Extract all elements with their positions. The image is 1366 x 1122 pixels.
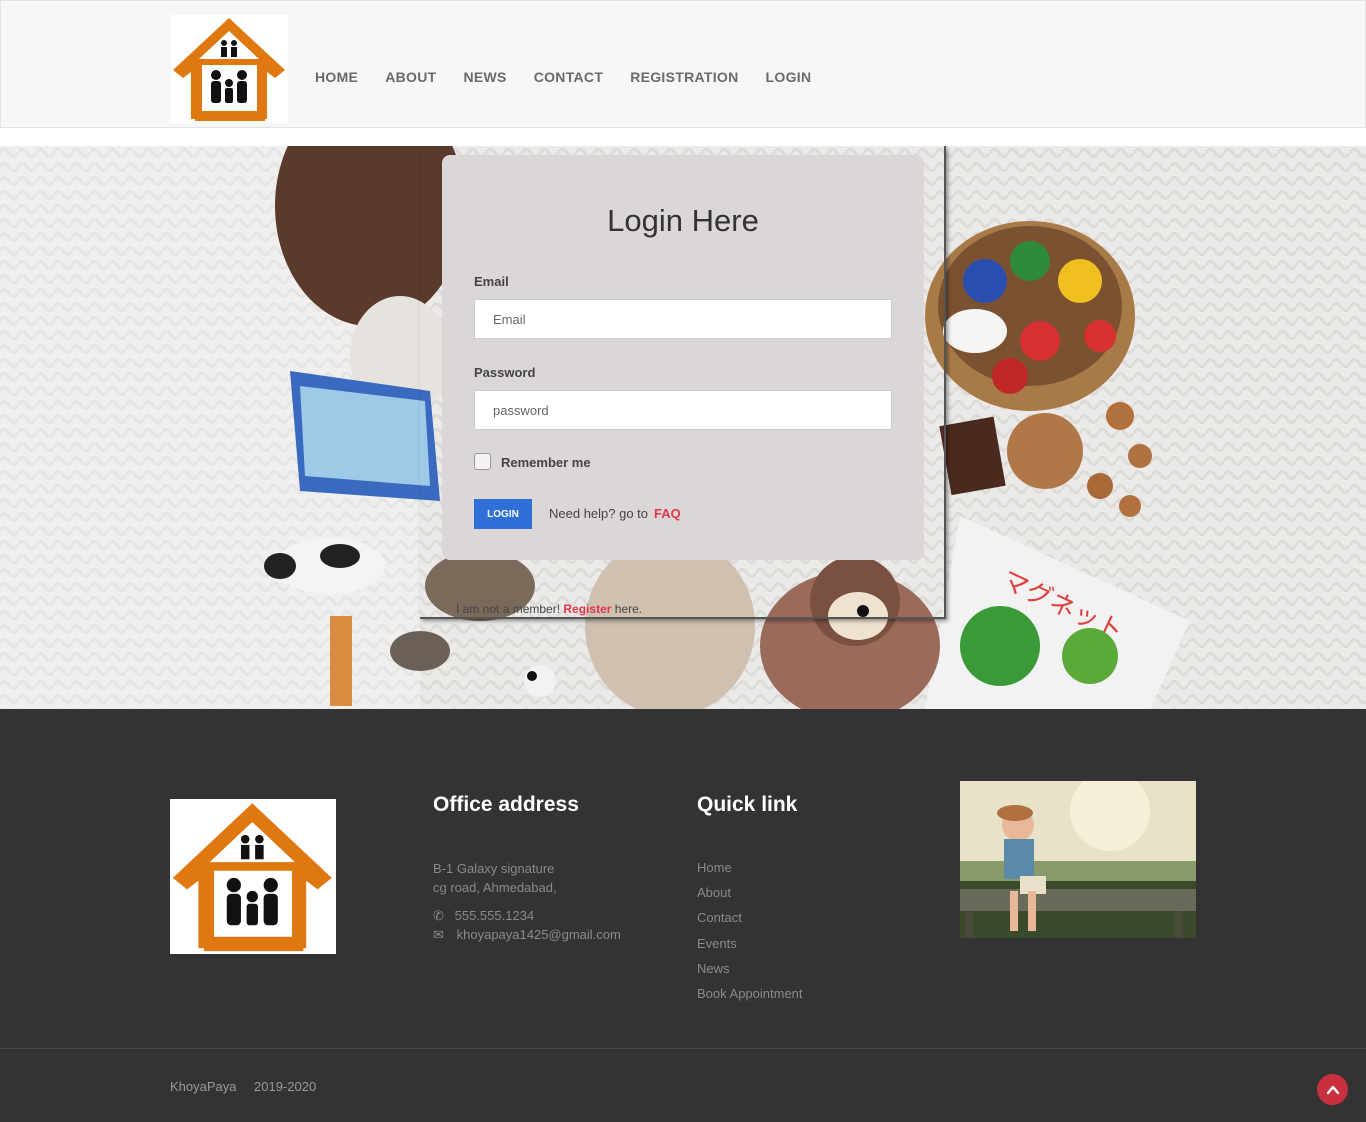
hero-banner: マグネット Login Here Email Password Rememb	[0, 146, 1366, 709]
password-label: Password	[474, 365, 536, 380]
scroll-to-top-button[interactable]	[1317, 1074, 1348, 1105]
envelope-icon: ✉	[433, 927, 444, 942]
register-suffix: here.	[614, 602, 643, 616]
register-prompt: I am not a member! Register here.	[456, 602, 642, 616]
site-header: HOME ABOUT NEWS CONTACT REGISTRATION LOG…	[0, 0, 1366, 128]
email-input[interactable]	[474, 299, 892, 339]
help-text: Need help? go to FAQ	[549, 506, 681, 521]
quick-link-contact[interactable]: Contact	[697, 910, 742, 925]
nav-about[interactable]: ABOUT	[385, 69, 436, 85]
quick-link-news[interactable]: News	[697, 961, 730, 976]
site-footer: Office address B-1 Galaxy signature cg r…	[0, 709, 1366, 1122]
login-button[interactable]: LOGIN	[474, 499, 532, 529]
quick-link-book-appointment[interactable]: Book Appointment	[697, 986, 803, 1001]
quick-link-events[interactable]: Events	[697, 936, 737, 951]
phone-icon: ✆	[433, 908, 444, 923]
nav-home[interactable]: HOME	[315, 69, 358, 85]
email-label: Email	[474, 274, 509, 289]
address-line-2: cg road, Ahmedabad,	[433, 880, 557, 895]
footer-child-photo	[960, 781, 1196, 938]
nav-contact[interactable]: CONTACT	[534, 69, 604, 85]
nav-login[interactable]: LOGIN	[766, 69, 812, 85]
address-line-1: B-1 Galaxy signature	[433, 861, 555, 876]
help-prefix: Need help? go to	[549, 506, 649, 521]
office-address-heading: Office address	[433, 793, 579, 816]
nav-news[interactable]: NEWS	[463, 69, 506, 85]
register-prefix: I am not a member!	[456, 602, 561, 616]
quick-link-about[interactable]: About	[697, 885, 731, 900]
footer-years: 2019-2020	[254, 1079, 317, 1094]
footer-divider	[0, 1048, 1366, 1049]
remember-me-checkbox[interactable]	[474, 453, 491, 470]
faq-link[interactable]: FAQ	[654, 506, 681, 521]
login-title: Login Here	[607, 203, 759, 238]
phone-number: 555.555.1234	[454, 908, 535, 923]
chevron-up-icon	[1326, 1085, 1339, 1094]
password-input[interactable]	[474, 390, 892, 430]
footer-brand: KhoyaPaya	[170, 1079, 237, 1094]
footer-email[interactable]: khoyapaya1425@gmail.com	[457, 927, 621, 942]
site-logo[interactable]	[171, 15, 288, 123]
nav-registration[interactable]: REGISTRATION	[630, 69, 738, 85]
quick-link-heading: Quick link	[697, 793, 798, 816]
remember-me-label[interactable]: Remember me	[501, 455, 591, 470]
footer-logo	[170, 799, 336, 954]
login-card: Login Here Email Password Remember me LO…	[442, 155, 924, 560]
quick-link-home[interactable]: Home	[697, 860, 732, 875]
register-link[interactable]: Register	[563, 602, 611, 616]
main-nav: HOME ABOUT NEWS CONTACT REGISTRATION LOG…	[315, 69, 838, 85]
phone-row: ✆ 555.555.1234	[433, 906, 534, 925]
email-row: ✉ khoyapaya1425@gmail.com	[433, 925, 621, 944]
